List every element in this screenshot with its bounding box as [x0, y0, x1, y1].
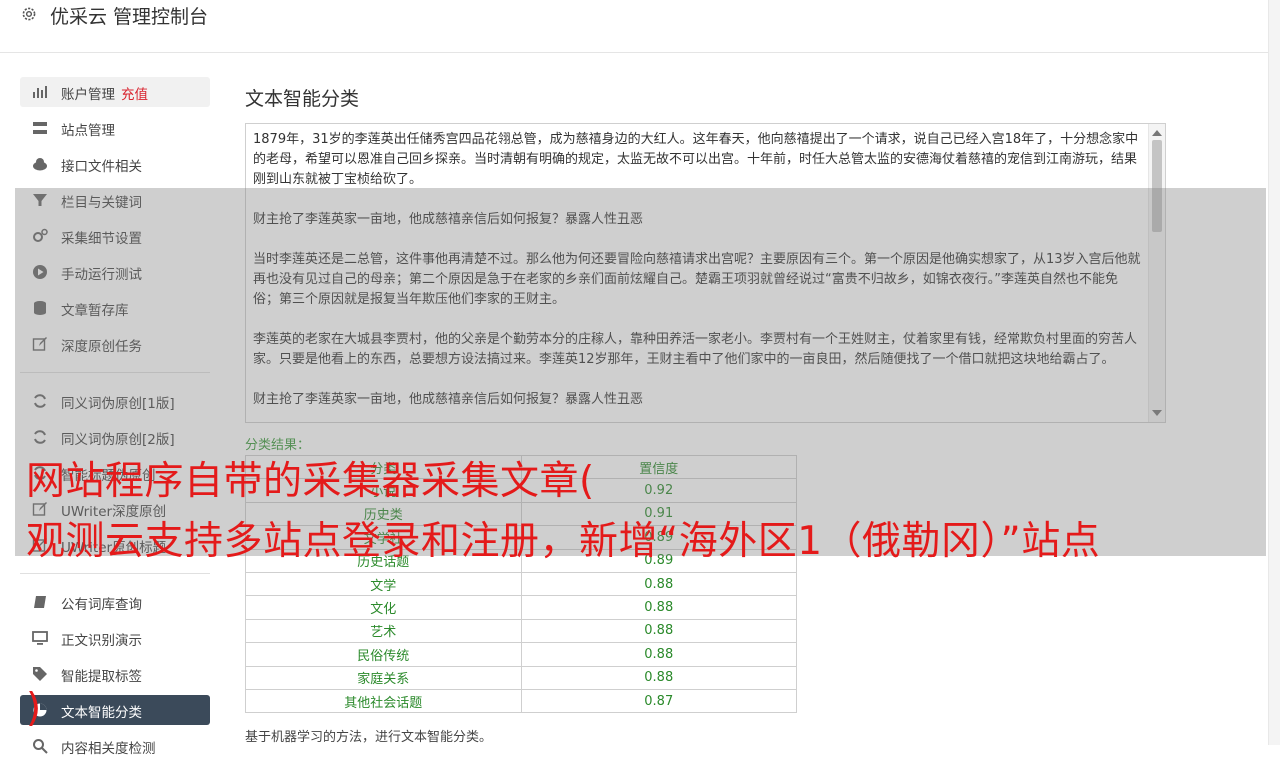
table-row: 文化 0.88	[245, 595, 797, 620]
sidebar-item-relevance-check[interactable]: 内容相关度检测	[20, 731, 210, 761]
recharge-link[interactable]: 充值	[121, 87, 148, 103]
table-row: 家庭关系 0.88	[245, 665, 797, 690]
sidebar-item-label: 智能提取标签	[61, 669, 142, 685]
sidebar-divider	[20, 573, 210, 574]
monitor-icon	[32, 631, 48, 645]
confidence-cell: 0.88	[520, 571, 797, 597]
sidebar-item-label: 正文识别演示	[61, 633, 142, 649]
app-title: 优采云 管理控制台	[50, 6, 209, 28]
sidebar-item-label: 账户管理	[61, 87, 115, 103]
category-cell: 文学	[245, 571, 522, 597]
window-edge	[1268, 0, 1280, 745]
table-row: 民俗传统 0.88	[245, 642, 797, 667]
sidebar-item-label: 接口文件相关	[61, 159, 142, 175]
server-icon	[33, 122, 47, 134]
category-cell: 其他社会话题	[245, 688, 522, 714]
confidence-cell: 0.88	[520, 665, 797, 690]
text-paragraph: 1879年，31岁的李莲英出任储秀宫四品花翎总管，成为慈禧身边的大红人。这年春天…	[253, 132, 1139, 187]
confidence-cell: 0.88	[520, 618, 797, 644]
footnote: 基于机器学习的方法，进行文本智能分类。	[245, 730, 493, 745]
sidebar-item-public-dictionary[interactable]: 公有词库查询	[20, 587, 210, 617]
tag-icon	[33, 667, 47, 681]
sidebar-item-body-recognition[interactable]: 正文识别演示	[20, 623, 210, 653]
overlay-caption-line1: 网站程序自带的采集器采集文章(	[26, 459, 595, 504]
category-cell: 家庭关系	[245, 665, 522, 690]
page-title: 文本智能分类	[245, 88, 360, 110]
table-row: 其他社会话题 0.87	[245, 688, 797, 714]
sidebar-item-sites[interactable]: 站点管理	[20, 113, 210, 143]
bar-chart-icon	[33, 86, 47, 98]
table-row: 文学 0.88	[245, 571, 797, 597]
category-cell: 艺术	[245, 618, 522, 644]
sidebar-item-account[interactable]: 账户管理 充值	[20, 77, 210, 107]
overlay-caption-line3: )	[26, 686, 42, 731]
overlay-caption-line2: 观测云支持多站点登录和注册，新增“海外区1（俄勒冈）”站点	[26, 519, 1101, 564]
sidebar-item-label: 文本智能分类	[61, 705, 142, 721]
category-cell: 文化	[245, 595, 522, 620]
sidebar-item-text-classification[interactable]: 文本智能分类	[20, 695, 210, 725]
sidebar-item-extract-tags[interactable]: 智能提取标签	[20, 659, 210, 689]
confidence-cell: 0.88	[520, 642, 797, 667]
gear-icon[interactable]	[20, 5, 38, 23]
table-row: 艺术 0.88	[245, 618, 797, 644]
category-cell: 民俗传统	[245, 642, 522, 667]
book-icon	[34, 596, 46, 608]
sidebar-item-label: 内容相关度检测	[61, 741, 156, 757]
top-bar: 优采云 管理控制台	[0, 0, 1268, 53]
confidence-cell: 0.87	[520, 688, 797, 714]
cloud-upload-icon	[33, 158, 47, 171]
confidence-cell: 0.88	[520, 595, 797, 620]
sidebar-item-interface-files[interactable]: 接口文件相关	[20, 149, 210, 179]
sidebar-item-label: 公有词库查询	[61, 597, 142, 613]
search-icon	[33, 739, 48, 754]
scroll-up-icon[interactable]	[1152, 130, 1162, 136]
sidebar-item-label: 站点管理	[61, 123, 115, 139]
